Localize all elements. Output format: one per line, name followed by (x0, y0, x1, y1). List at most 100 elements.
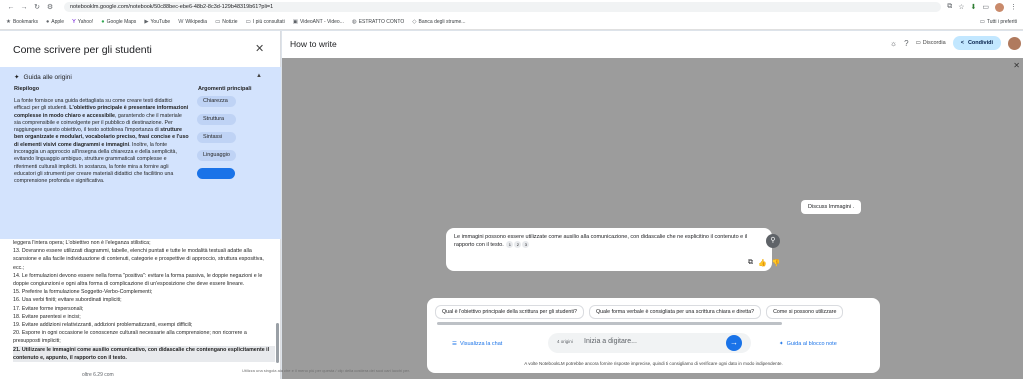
notebook-guide-button[interactable]: ✦ Guida al blocco note (779, 341, 837, 347)
note-line: 14. Le formulazioni devono essere nella … (13, 272, 263, 288)
source-count: 4 origini (557, 339, 573, 344)
chat-area: ✕ Discuss Immagini . Le immagini possono… (242, 58, 1023, 379)
bookmarks-bar: ★ Bookmarks ● Apple Y Yahoo! ● Google Maps ▶… (0, 15, 1023, 29)
extension-icon[interactable]: ⬇ (971, 3, 977, 11)
source-panel: Come scrivere per gli studenti ✕ ✦ Guida … (0, 31, 281, 379)
suggestion-chip[interactable]: Come si possono utilizzare (766, 305, 844, 319)
bookmark-item[interactable]: ◍ ESTRATTO CONTO (352, 19, 404, 25)
help-icon[interactable]: ? (904, 39, 908, 48)
topic-chip[interactable]: Struttura (197, 114, 236, 125)
url-text: notebooklm.google.com/notebook/50c88bec-… (70, 4, 274, 10)
input-placeholder: Inizia a digitare... (584, 338, 637, 345)
address-bar[interactable]: notebooklm.google.com/notebook/50c88bec-… (64, 2, 942, 12)
horizontal-scrollbar[interactable] (437, 322, 782, 325)
star-icon[interactable]: ☆ (958, 3, 964, 11)
bookmark-item[interactable]: ★ Bookmarks (6, 19, 38, 25)
globe-icon: ◍ (351, 19, 357, 25)
chat-input-card: Qual è l'obiettivo principale della scri… (427, 298, 880, 373)
bookmark-item[interactable]: W Wikipedia (178, 19, 207, 25)
discord-button[interactable]: ▭ Discordia (916, 40, 946, 46)
folder-icon: ▭ (979, 19, 985, 25)
folder-icon: ▭ (245, 19, 251, 25)
summary-text: La fonte fornisce una guida dettagliata … (14, 98, 189, 185)
video-icon: ▣ (292, 19, 298, 25)
send-button[interactable]: → (726, 335, 742, 351)
chat-input[interactable]: 4 origini Inizia a digitare... → (548, 333, 751, 353)
highlighted-note: 21. Utilizzare le immagini come ausilio … (13, 345, 275, 363)
bank-icon: ◇ (412, 19, 417, 25)
scrollbar[interactable] (276, 323, 279, 363)
bookmark-item[interactable]: ▭ Notizie (215, 19, 238, 25)
forward-icon[interactable]: → (19, 2, 29, 12)
source-title: Come scrivere per gli studenti (13, 44, 152, 56)
youtube-icon: ▶ (144, 19, 149, 25)
back-icon[interactable]: ← (6, 2, 16, 12)
suggestion-chip[interactable]: Quale forma verbale è consigliata per un… (588, 305, 762, 319)
all-bookmarks[interactable]: ▭ Tutti i preferiti (980, 19, 1017, 25)
chat-icon: ▭ (915, 40, 921, 46)
note-line: 13. Dovranno essere utilizzati diagrammi… (13, 248, 264, 271)
note-line: 19. Evitare addizioni relativizzanti, ad… (13, 322, 193, 329)
cut-text: oltre 6.29 com (82, 372, 114, 378)
browser-chrome: ← → ↻ ⚙ notebooklm.google.com/notebook/5… (0, 0, 1023, 30)
citation-badge[interactable]: 2 (514, 241, 522, 248)
pin-icon[interactable]: ⚲ (766, 234, 780, 248)
topic-chip-active[interactable] (197, 168, 235, 179)
wikipedia-icon: W (178, 19, 184, 25)
site-info-icon[interactable]: ⚙ (45, 2, 55, 12)
topics-heading: Argomenti principali (198, 86, 252, 92)
close-icon[interactable]: ✕ (255, 42, 264, 55)
note-line: 18. Evitare parentesi e incisi; (13, 313, 81, 320)
user-message: Discuss Immagini . (801, 200, 862, 214)
notebook-header: How to write ☼ ? ▭ Discordia < Condividi (282, 31, 1023, 58)
chat-list-icon: ☰ (452, 341, 457, 347)
map-pin-icon: ● (101, 19, 105, 25)
bookmark-item[interactable]: ● Apple (46, 19, 64, 25)
suggestion-chip[interactable]: Qual è l'obiettivo principale della scri… (435, 305, 584, 319)
bookmark-item[interactable]: Y Yahoo! (72, 19, 93, 25)
note-line: 16. Usa verbi finiti; evitare subordinat… (13, 297, 122, 304)
address-row: ← → ↻ ⚙ notebooklm.google.com/notebook/5… (0, 0, 1023, 14)
bookmark-item[interactable]: ▶ YouTube (144, 19, 170, 25)
topic-chip[interactable]: Linguaggio (197, 150, 236, 161)
copy-icon[interactable]: ⧉ (748, 259, 753, 267)
profile-avatar-icon[interactable] (995, 2, 1004, 12)
note-line: 17. Evitare forme impersonali; (13, 305, 84, 312)
notebook-title[interactable]: How to write (290, 39, 337, 49)
view-chat-button[interactable]: ☰ Visualizza la chat (452, 341, 502, 347)
thumbs-down-icon[interactable]: 👎 (772, 259, 781, 267)
sparkle-icon: ✦ (14, 74, 20, 81)
citation-badge[interactable]: 3 (522, 241, 530, 248)
reload-icon[interactable]: ↻ (32, 2, 42, 12)
note-line: 20. Esporre in ogni occasione le conosce… (13, 330, 247, 345)
chevron-up-icon[interactable]: ▲ (256, 73, 262, 79)
bookmark-item[interactable]: ▭ I più consultati (246, 19, 285, 25)
topic-chips: Chiarezza Struttura Sintassi Linguaggio (197, 96, 236, 179)
note-line: 15. Preferire la formulazione Soggetto-V… (13, 289, 153, 296)
citation-badge[interactable]: 1 (506, 241, 514, 248)
source-guide-header[interactable]: ✦ Guida alle origini (14, 73, 72, 82)
bookmark-item[interactable]: ▣ VideoANT - Video... (293, 19, 344, 25)
share-icon: < (960, 40, 964, 46)
topic-chip[interactable]: Sintassi (197, 132, 236, 143)
disclaimer: A volte NotebookLM potrebbe ancora forni… (524, 361, 783, 366)
sidebar-icon[interactable]: ▭ (982, 3, 989, 11)
bookmark-item[interactable]: ● Google Maps (101, 19, 136, 25)
suggestion-row: Qual è l'obiettivo principale della scri… (435, 305, 875, 319)
summary-heading: Riepilogo (14, 86, 40, 92)
bookmark-item[interactable]: ◇ Banca degli strume... (412, 19, 465, 25)
note-line: leggera l'intera opera; L'obiettivo non … (13, 240, 151, 246)
background-text: Utilizza una singola ala che e il meno p… (242, 368, 410, 373)
apple-icon: ● (45, 19, 50, 25)
sun-icon[interactable]: ☼ (890, 39, 897, 48)
thumbs-up-icon[interactable]: 👍 (758, 259, 767, 267)
translate-icon[interactable]: ⧉ (947, 3, 952, 11)
menu-icon[interactable]: ⋮ (1010, 3, 1017, 11)
source-guide: ✦ Guida alle origini ▲ Riepilogo Argoment… (0, 67, 281, 239)
topic-chip[interactable]: Chiarezza (197, 96, 236, 107)
sparkle-icon: ✦ (779, 341, 784, 347)
avatar[interactable] (1008, 36, 1021, 50)
bot-message: Le immagini possono essere utilizzate co… (446, 228, 772, 271)
share-button[interactable]: < Condividi (952, 36, 1001, 50)
close-icon[interactable]: ✕ (1013, 61, 1020, 70)
